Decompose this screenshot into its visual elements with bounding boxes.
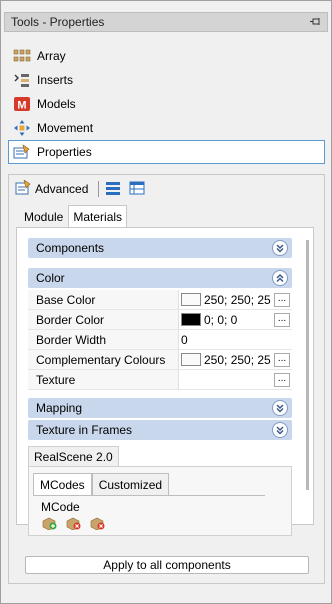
property-value[interactable]: 250; 250; 25 ... (179, 290, 292, 309)
inserts-icon (13, 72, 31, 88)
color-swatch (181, 353, 201, 366)
nav-item-properties[interactable]: Properties (8, 140, 325, 164)
tab-materials[interactable]: Materials (68, 205, 128, 227)
color-property-grid: Base Color 250; 250; 25 ... Border Color… (28, 290, 292, 390)
window-title: Tools - Properties (11, 15, 105, 29)
realscene-box: MCodes Customized MCode (28, 466, 292, 536)
apply-to-all-components-button[interactable]: Apply to all components (25, 556, 309, 574)
property-name: Base Color (28, 290, 179, 309)
property-row: Base Color 250; 250; 25 ... (28, 290, 292, 310)
advanced-label[interactable]: Advanced (35, 182, 88, 196)
expand-chevron-icon[interactable] (272, 240, 288, 256)
array-icon (13, 48, 31, 64)
ellipsis-button[interactable]: ... (274, 293, 290, 307)
nav-item-label: Models (37, 97, 76, 111)
realscene-subtabs: MCodes Customized (33, 473, 170, 495)
section-texture-in-frames[interactable]: Texture in Frames (28, 420, 292, 440)
mcode-label: MCode (41, 500, 80, 514)
tool-window: Tools - Properties Array Inserts M Model… (0, 0, 332, 604)
mcode-toolbar (41, 516, 105, 533)
tab-mcodes[interactable]: MCodes (33, 473, 92, 495)
categorized-view-icon[interactable] (105, 180, 121, 199)
tab-module[interactable]: Module (19, 207, 68, 227)
property-name: Border Width (28, 330, 179, 349)
property-value[interactable]: 0; 0; 0 ... (179, 310, 292, 329)
models-icon: M (13, 96, 31, 112)
property-value[interactable]: 0 (179, 330, 292, 349)
delete-mcode-icon[interactable] (89, 516, 105, 533)
property-value-text: 250; 250; 25 (204, 352, 271, 367)
remove-mcode-icon[interactable] (65, 516, 81, 533)
property-row: Border Width 0 (28, 330, 292, 350)
property-row: Complementary Colours 250; 250; 25 ... (28, 350, 292, 370)
properties-icon (13, 144, 31, 160)
subtab-divider (33, 495, 265, 496)
property-value-text: 0; 0; 0 (204, 312, 238, 327)
nav-item-label: Array (37, 49, 66, 63)
color-swatch (181, 313, 201, 326)
tab-realscene[interactable]: RealScene 2.0 (28, 446, 119, 466)
add-mcode-icon[interactable] (41, 516, 57, 533)
nav-item-array[interactable]: Array (8, 44, 325, 68)
nav-item-label: Properties (37, 145, 92, 159)
tool-nav-list: Array Inserts M Models Movement Properti… (8, 44, 325, 164)
nav-item-models[interactable]: M Models (8, 92, 325, 116)
vertical-scrollbar[interactable] (306, 240, 309, 490)
table-view-icon[interactable] (129, 180, 145, 199)
color-swatch (181, 293, 201, 306)
svg-text:M: M (17, 100, 26, 112)
properties-panel: Advanced Module Materials Components Col… (8, 174, 325, 584)
nav-item-label: Movement (37, 121, 94, 135)
toolbar-divider (98, 181, 100, 197)
panel-tabs: Module Materials (19, 205, 128, 227)
property-value[interactable]: 250; 250; 25 ... (179, 350, 292, 369)
materials-content: Components Color Base Color 250; 250; 25 (16, 227, 314, 536)
property-name: Texture (28, 370, 179, 389)
section-mapping[interactable]: Mapping (28, 398, 292, 418)
pin-icon[interactable] (309, 16, 321, 28)
property-name: Border Color (28, 310, 179, 329)
ellipsis-button[interactable]: ... (274, 373, 290, 387)
section-label: Texture in Frames (36, 423, 133, 437)
nav-item-label: Inserts (37, 73, 74, 87)
advanced-icon[interactable] (15, 178, 31, 199)
ellipsis-button[interactable]: ... (274, 353, 290, 367)
property-value-text: 0 (181, 332, 188, 347)
ellipsis-button[interactable]: ... (274, 313, 290, 327)
property-value-text: 250; 250; 25 (204, 292, 271, 307)
nav-item-movement[interactable]: Movement (8, 116, 325, 140)
nav-item-inserts[interactable]: Inserts (8, 68, 325, 92)
property-row: Border Color 0; 0; 0 ... (28, 310, 292, 330)
collapse-chevron-icon[interactable] (272, 270, 288, 286)
property-value[interactable]: ... (179, 370, 292, 389)
property-name: Complementary Colours (28, 350, 179, 369)
section-components[interactable]: Components (28, 238, 292, 258)
property-row: Texture ... (28, 370, 292, 390)
section-label: Color (36, 271, 65, 285)
section-label: Mapping (36, 401, 83, 415)
section-label: Components (36, 241, 105, 255)
tab-customized[interactable]: Customized (91, 473, 170, 495)
section-color[interactable]: Color (28, 268, 292, 288)
title-bar: Tools - Properties (4, 12, 328, 32)
movement-icon (13, 120, 31, 136)
advanced-toolbar: Advanced (15, 178, 145, 199)
expand-chevron-icon[interactable] (272, 422, 288, 438)
expand-chevron-icon[interactable] (272, 400, 288, 416)
